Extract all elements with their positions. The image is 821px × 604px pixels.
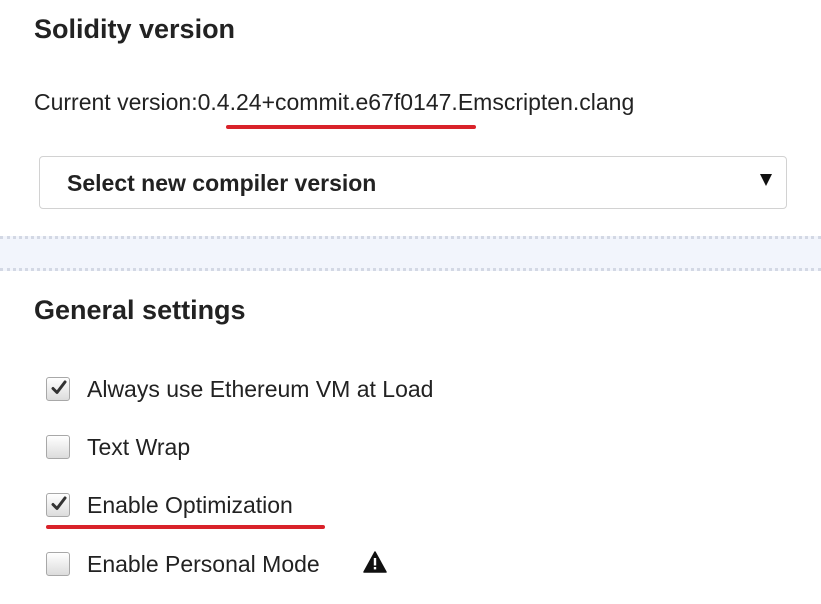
always-use-ethereum-vm-label: Always use Ethereum VM at Load: [87, 376, 434, 402]
version-highlight-underline: [226, 125, 476, 129]
chevron-down-icon: [760, 174, 772, 186]
current-version-value: 0.4.24+commit.e67f0147.Emscripten.clang: [197, 89, 635, 115]
enable-optimization-checkbox[interactable]: [46, 493, 70, 517]
general-settings-title: General settings: [34, 295, 246, 325]
enable-personal-mode-checkbox[interactable]: [46, 552, 70, 576]
enable-optimization-label: Enable Optimization: [87, 492, 293, 518]
current-version: Current version:0.4.24+commit.e67f0147.E…: [34, 89, 634, 116]
checkmark-icon: [51, 496, 67, 510]
text-wrap-label: Text Wrap: [87, 434, 191, 460]
warning-icon: [363, 551, 387, 573]
optimization-highlight-underline: [46, 525, 325, 529]
current-version-label: Current version:: [34, 89, 198, 115]
enable-personal-mode-label: Enable Personal Mode: [87, 551, 320, 577]
text-wrap-checkbox[interactable]: [46, 435, 70, 459]
always-use-ethereum-vm-checkbox[interactable]: [46, 377, 70, 401]
compiler-version-select[interactable]: Select new compiler version: [39, 156, 787, 209]
solidity-version-title: Solidity version: [34, 14, 236, 44]
checkmark-icon: [51, 380, 67, 394]
compiler-select-label: Select new compiler version: [67, 170, 377, 196]
section-divider: [0, 236, 821, 271]
